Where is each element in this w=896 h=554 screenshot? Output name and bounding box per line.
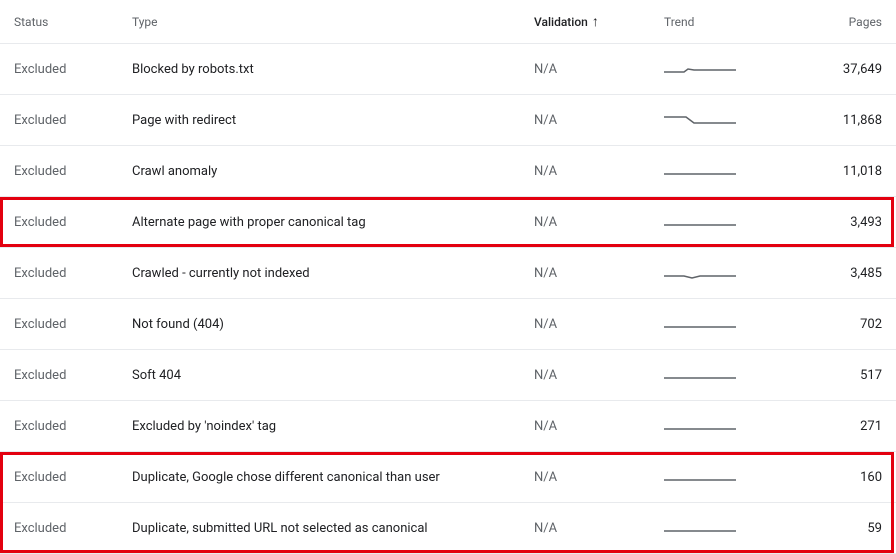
trend-sparkline (664, 60, 736, 78)
table-row[interactable]: ExcludedNot found (404)N/A 702 (0, 299, 896, 350)
type-cell: Excluded by 'noindex' tag (132, 419, 534, 434)
pages-cell: 11,868 (804, 113, 882, 128)
trend-sparkline (664, 468, 736, 486)
pages-cell: 271 (804, 419, 882, 434)
trend-sparkline (664, 519, 736, 537)
table-row[interactable]: ExcludedPage with redirectN/A 11,868 (0, 95, 896, 146)
trend-cell (664, 366, 804, 384)
type-cell: Alternate page with proper canonical tag (132, 215, 534, 230)
trend-cell (664, 315, 804, 333)
validation-cell: N/A (534, 521, 664, 536)
table-header-row: Status Type Validation ↑ Trend Pages (0, 0, 896, 44)
trend-sparkline (664, 366, 736, 384)
validation-cell: N/A (534, 368, 664, 383)
trend-sparkline (664, 213, 736, 231)
trend-sparkline (664, 111, 736, 129)
validation-cell: N/A (534, 419, 664, 434)
table-row[interactable]: ExcludedAlternate page with proper canon… (0, 197, 896, 248)
status-cell: Excluded (14, 521, 132, 536)
validation-cell: N/A (534, 470, 664, 485)
trend-cell (664, 417, 804, 435)
status-cell: Excluded (14, 368, 132, 383)
column-header-status[interactable]: Status (14, 15, 132, 29)
table-row[interactable]: ExcludedDuplicate, submitted URL not sel… (0, 503, 896, 554)
trend-cell (664, 60, 804, 78)
type-cell: Crawl anomaly (132, 164, 534, 179)
trend-cell (664, 213, 804, 231)
sort-ascending-icon: ↑ (592, 15, 599, 29)
type-cell: Crawled - currently not indexed (132, 266, 534, 281)
type-cell: Soft 404 (132, 368, 534, 383)
validation-cell: N/A (534, 266, 664, 281)
trend-cell (664, 468, 804, 486)
table-row[interactable]: ExcludedBlocked by robots.txtN/A 37,649 (0, 44, 896, 95)
validation-cell: N/A (534, 215, 664, 230)
trend-sparkline (664, 264, 736, 282)
type-cell: Blocked by robots.txt (132, 62, 534, 77)
column-header-validation[interactable]: Validation ↑ (534, 15, 664, 29)
validation-cell: N/A (534, 113, 664, 128)
pages-cell: 702 (804, 317, 882, 332)
trend-sparkline (664, 162, 736, 180)
validation-cell: N/A (534, 164, 664, 179)
column-header-validation-label: Validation (534, 15, 588, 29)
type-cell: Duplicate, submitted URL not selected as… (132, 521, 534, 536)
status-cell: Excluded (14, 62, 132, 77)
table-row[interactable]: ExcludedCrawled - currently not indexedN… (0, 248, 896, 299)
type-cell: Not found (404) (132, 317, 534, 332)
trend-sparkline (664, 417, 736, 435)
column-header-trend[interactable]: Trend (664, 15, 804, 29)
trend-cell (664, 162, 804, 180)
type-cell: Duplicate, Google chose different canoni… (132, 470, 534, 485)
pages-cell: 11,018 (804, 164, 882, 179)
table-row[interactable]: ExcludedExcluded by 'noindex' tagN/A 271 (0, 401, 896, 452)
validation-cell: N/A (534, 62, 664, 77)
pages-cell: 517 (804, 368, 882, 383)
trend-sparkline (664, 315, 736, 333)
status-cell: Excluded (14, 215, 132, 230)
pages-cell: 59 (804, 521, 882, 536)
trend-cell (664, 264, 804, 282)
status-cell: Excluded (14, 113, 132, 128)
pages-cell: 3,493 (804, 215, 882, 230)
pages-cell: 37,649 (804, 62, 882, 77)
status-cell: Excluded (14, 419, 132, 434)
status-cell: Excluded (14, 164, 132, 179)
trend-cell (664, 111, 804, 129)
table-row[interactable]: ExcludedSoft 404N/A 517 (0, 350, 896, 401)
validation-cell: N/A (534, 317, 664, 332)
table-row[interactable]: ExcludedCrawl anomalyN/A 11,018 (0, 146, 896, 197)
status-cell: Excluded (14, 317, 132, 332)
type-cell: Page with redirect (132, 113, 534, 128)
column-header-type[interactable]: Type (132, 15, 534, 29)
status-cell: Excluded (14, 266, 132, 281)
trend-cell (664, 519, 804, 537)
table-row[interactable]: ExcludedDuplicate, Google chose differen… (0, 452, 896, 503)
coverage-table: Status Type Validation ↑ Trend Pages Exc… (0, 0, 896, 554)
pages-cell: 3,485 (804, 266, 882, 281)
status-cell: Excluded (14, 470, 132, 485)
pages-cell: 160 (804, 470, 882, 485)
column-header-pages[interactable]: Pages (804, 15, 882, 29)
